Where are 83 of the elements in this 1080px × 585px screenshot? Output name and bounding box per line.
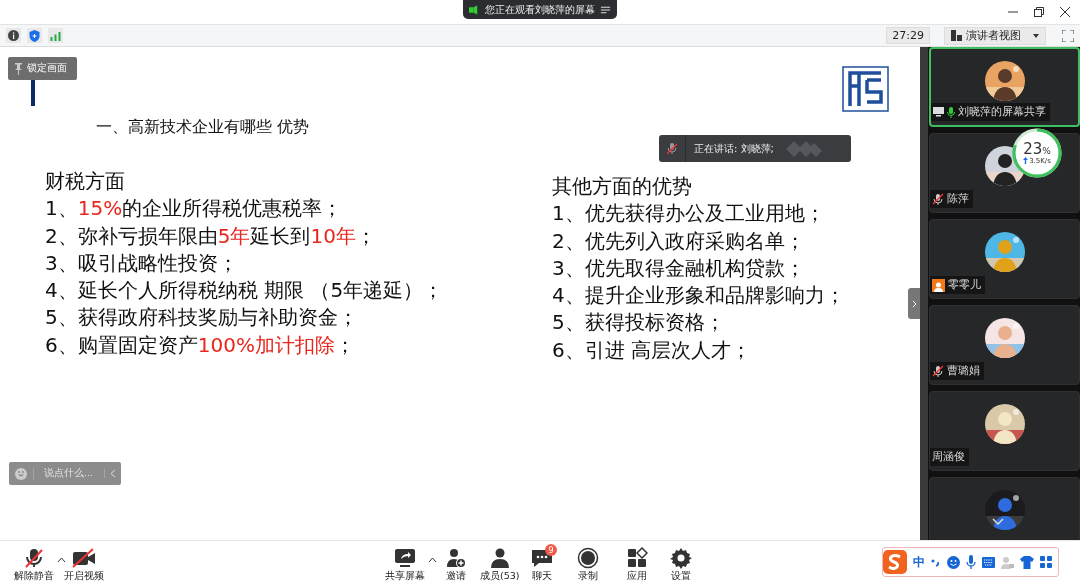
settings-icon <box>670 547 692 569</box>
dropdown-caret-icon <box>1033 33 1039 38</box>
list-item: 6、购置固定资产100%加计扣除； <box>45 331 355 359</box>
caret-icon[interactable] <box>428 557 437 563</box>
section-title: 财税方面 <box>45 168 125 195</box>
banner-text: 您正在观看刘晓萍的屏幕 <box>485 2 595 17</box>
view-mode-dropdown[interactable]: 演讲者视图 <box>944 26 1046 45</box>
video-off-icon <box>71 547 97 569</box>
toolbar-button[interactable]: 设置 <box>670 547 692 583</box>
caret-icon[interactable] <box>57 557 66 563</box>
share-screen-icon <box>393 547 417 569</box>
blurred-shape-icon <box>785 140 822 157</box>
participant-name: 刘晓萍的屏幕共享 <box>958 105 1046 119</box>
section-title: 其他方面的优势 <box>552 173 692 200</box>
fullscreen-icon[interactable] <box>1062 29 1074 42</box>
shield-icon[interactable] <box>27 28 42 43</box>
toolbar-button[interactable]: 成员(53) <box>480 547 520 583</box>
speaker-text: 正在讲话: 刘晓萍; <box>694 141 774 156</box>
keyboard-icon[interactable] <box>982 556 995 568</box>
lock-view-tooltip[interactable]: 锁定画面 <box>8 57 77 80</box>
toolbar-button[interactable]: 解除静音 <box>14 547 54 583</box>
sidebar-toggle-handle[interactable] <box>908 288 920 319</box>
list-item: 1、优先获得办公及工业用地； <box>552 200 825 228</box>
chevron-right-icon <box>911 299 917 308</box>
participant-name: 周涵俊 <box>932 450 965 464</box>
list-item: 6、引进 高层次人才； <box>552 336 752 364</box>
punctuation-icon[interactable] <box>931 557 941 567</box>
ime-logo-icon[interactable] <box>883 550 907 574</box>
participant-name: 陈萍 <box>947 192 969 206</box>
toolbar-button[interactable]: 邀请 <box>445 547 467 583</box>
logo-icon <box>842 66 889 112</box>
tooltip-text: 锁定画面 <box>27 62 67 75</box>
list-item: 3、吸引战略性投资； <box>45 249 238 277</box>
close-icon[interactable] <box>1060 7 1070 17</box>
toolbar-button[interactable]: 应用 <box>626 547 648 583</box>
slide-heading: 一、高新技术企业有哪些 优势 <box>96 117 310 138</box>
usage-percent: 23% <box>1023 141 1051 157</box>
participant-tile[interactable]: 零零儿 <box>929 219 1080 299</box>
emoji-icon[interactable] <box>947 555 960 569</box>
meeting-timer: 27:29 <box>886 27 930 44</box>
record-icon <box>577 547 599 569</box>
input-mode-toggle[interactable]: 中 <box>913 553 925 571</box>
toolbar-button[interactable]: 共享屏幕 <box>385 547 425 583</box>
speaker-icon <box>469 4 480 15</box>
screen-share-icon <box>933 107 944 117</box>
participant-tile[interactable]: 刘晓萍的屏幕共享 <box>929 47 1080 127</box>
list-item: 4、延长个人所得税纳税 期限 （5年递延）； <box>45 277 444 305</box>
list-item: 4、提升企业形象和品牌影响力； <box>552 282 845 310</box>
muted-mic-icon <box>23 547 45 569</box>
participant-tile[interactable] <box>929 477 1080 540</box>
grid-icon[interactable] <box>1040 556 1052 568</box>
scroll-down-icon[interactable] <box>992 518 1004 526</box>
mic-icon <box>947 106 955 118</box>
list-item: 2、优先列入政府采购名单； <box>552 227 805 255</box>
list-item: 5、获得政府科技奖励与补助资金； <box>45 304 358 332</box>
participant-tile[interactable]: 周涵俊 <box>929 391 1080 471</box>
muted-mic-icon <box>667 142 677 155</box>
pin-icon <box>14 62 23 75</box>
usage-ring-tooltip <box>1012 128 1062 178</box>
list-item: 1、15%的企业所得税优惠税率； <box>45 195 343 223</box>
mic-icon[interactable] <box>966 555 976 569</box>
list-item: 2、弥补亏损年限由5年延长到10年； <box>45 222 376 250</box>
restore-icon[interactable] <box>1034 7 1044 17</box>
toolbar-button[interactable]: 录制 <box>577 547 599 583</box>
participant-tile[interactable]: 曹璐娟 <box>929 305 1080 385</box>
muted-mic-icon <box>932 365 944 377</box>
muted-mic-icon <box>932 193 944 205</box>
apps-icon <box>626 547 648 569</box>
add-person-icon <box>445 547 467 569</box>
unread-badge: 9 <box>545 544 557 556</box>
layout-icon <box>951 30 962 41</box>
toolbar-button[interactable]: 开启视频 <box>64 547 104 583</box>
person-icon <box>932 278 945 292</box>
participant-name: 曹璐娟 <box>947 364 980 378</box>
list-item: 5、获得投标资格； <box>552 309 725 337</box>
menu-icon[interactable] <box>600 4 611 15</box>
upload-arrow-icon <box>1023 157 1029 164</box>
shirt-icon[interactable] <box>1020 555 1034 569</box>
participant-name: 零零儿 <box>948 278 981 292</box>
list-item: 3、优先取得金融机构贷款； <box>552 254 805 282</box>
info-icon[interactable] <box>6 28 21 43</box>
toolbar-button[interactable]: 聊天 9 <box>530 547 554 583</box>
chat-icon <box>530 547 554 569</box>
